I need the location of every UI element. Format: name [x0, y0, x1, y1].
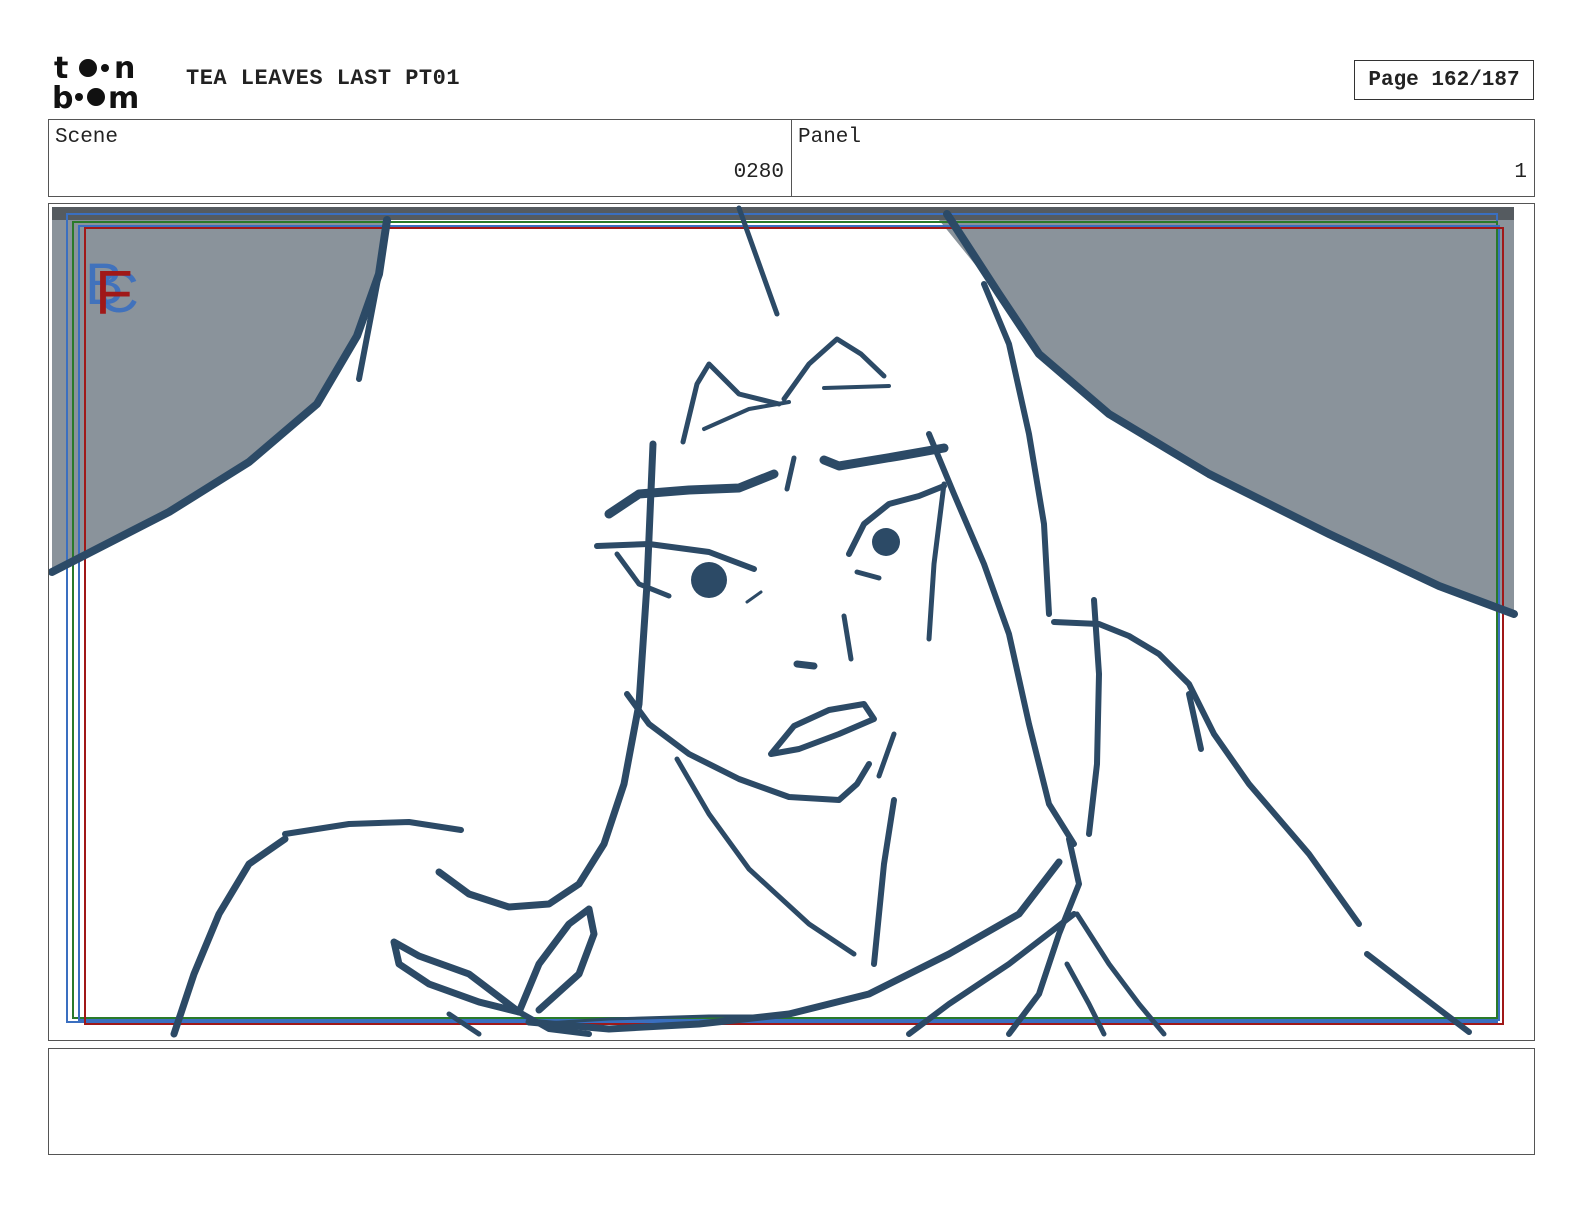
scene-label: Scene: [55, 126, 119, 149]
svg-text:b: b: [52, 81, 73, 112]
panel-cell: Panel 1: [792, 120, 1534, 196]
toon-boom-logo: t n b m: [52, 51, 139, 112]
panel-notes: [48, 1048, 1535, 1155]
scene-number: 0280: [733, 161, 784, 184]
svg-text:m: m: [108, 81, 139, 112]
svg-text:F: F: [95, 259, 133, 328]
panel-number: 1: [1514, 161, 1527, 184]
storyboard-panel-image: B C F: [48, 203, 1535, 1041]
scene-cell: Scene 0280: [49, 120, 792, 196]
scene-panel-info: Scene 0280 Panel 1: [48, 119, 1535, 197]
panel-label: Panel: [798, 126, 862, 149]
document-title: TEA LEAVES LAST PT01: [186, 66, 461, 91]
page-indicator: Page 162/187: [1354, 60, 1534, 100]
storyboard-sketch: B C F: [49, 205, 1518, 1038]
frame-letter-markers: B C F: [85, 252, 139, 328]
